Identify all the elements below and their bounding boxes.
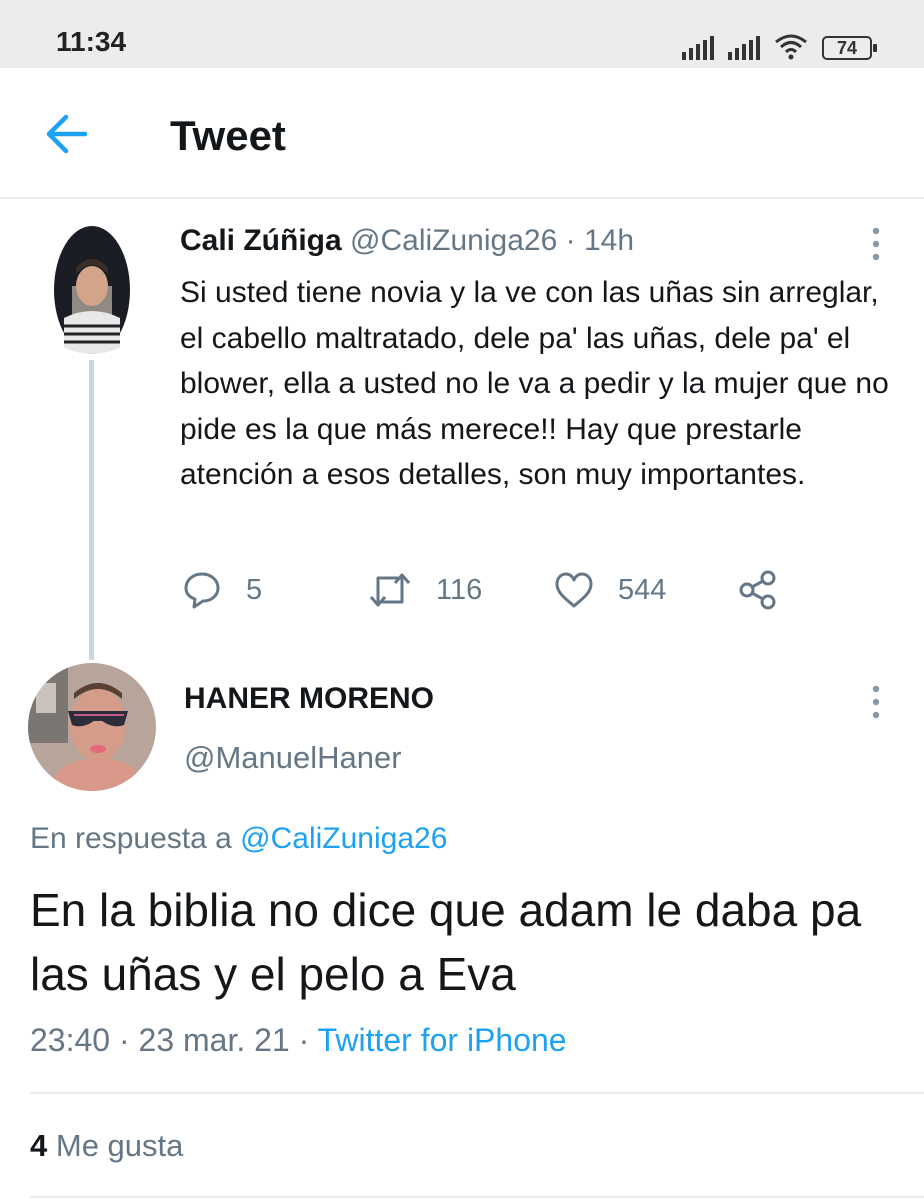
separator-dot: · [298,1022,310,1058]
status-bar: 11:34 74 [0,0,924,68]
tweet-time: 14h [583,224,635,257]
share-icon [739,570,776,610]
replying-prefix: En respuesta a [30,822,232,855]
status-icons: 74 [682,24,877,60]
divider [30,1196,924,1198]
tweet-text: En la biblia no dice que adam le daba pa… [30,884,862,1000]
author-handle[interactable]: @ManuelHaner [184,740,402,776]
app-header: Tweet [0,68,924,199]
tweet-date: 23 mar. 21 [138,1022,290,1058]
battery-icon: 74 [822,36,877,60]
separator-dot: · [565,224,576,257]
likes-summary[interactable]: 4 Me gusta [30,1128,183,1164]
retweet-count: 116 [436,573,483,606]
separator-dot: · [118,1022,130,1058]
replying-to: En respuesta a @CaliZuniga26 [30,822,447,856]
status-time: 11:34 [56,26,127,57]
battery-level: 74 [836,37,858,58]
parent-tweet-header: Cali Zúñiga @CaliZuniga26 · 14h [180,224,634,258]
page-title: Tweet [170,112,286,159]
signal-icon [682,34,714,60]
like-button[interactable]: 544 [552,566,666,614]
avatar[interactable] [28,663,156,791]
author-handle[interactable]: @CaliZuniga26 [350,224,557,257]
arrow-left-icon[interactable] [44,112,90,156]
author-name[interactable]: Cali Zúñiga [180,224,342,257]
retweet-button[interactable]: 116 [366,566,482,614]
wifi-icon [774,32,808,60]
tweet-time: 23:40 [30,1022,111,1058]
more-options-icon[interactable] [868,226,884,262]
like-label: Me gusta [55,1128,184,1163]
replying-mention-link[interactable]: @CaliZuniga26 [240,822,447,855]
tweet-text: Si usted tiene novia y la ve con las uña… [180,276,889,491]
reply-icon [184,572,220,609]
author-name[interactable]: HANER MORENO [184,682,434,716]
retweet-icon [369,573,411,607]
like-count: 4 [30,1128,48,1163]
tweet-source-link[interactable]: Twitter for iPhone [318,1022,567,1058]
signal-icon [728,34,760,60]
tweet-actions: 5 116 544 [180,566,800,614]
share-button[interactable] [736,566,780,614]
more-options-icon[interactable] [868,684,884,720]
heart-icon [555,572,593,608]
reply-button[interactable]: 5 [180,566,262,614]
like-count: 544 [618,573,667,606]
divider [30,1092,924,1094]
tweet-metadata: 23:40 · 23 mar. 21 · Twitter for iPhone [30,1022,567,1059]
thread-connector [89,360,94,660]
reply-count: 5 [246,573,263,606]
avatar[interactable] [28,226,156,354]
